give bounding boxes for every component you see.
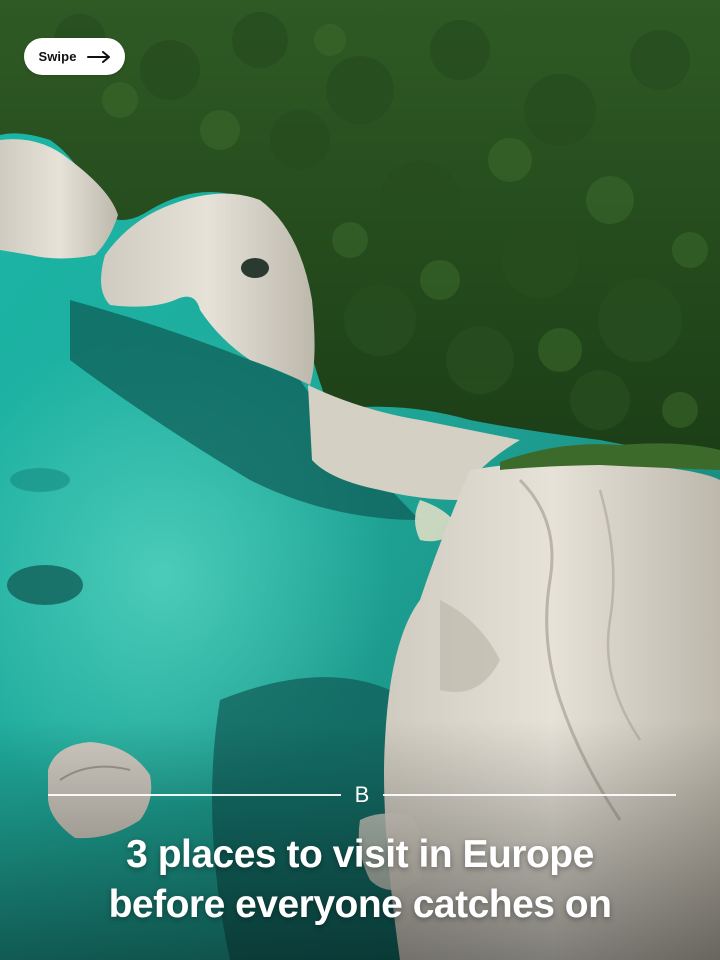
brand-divider: B bbox=[48, 783, 676, 807]
swipe-label: Swipe bbox=[38, 49, 77, 64]
brand-logo: B bbox=[354, 782, 370, 807]
story-slide[interactable]: Swipe B 3 places to visit in Europe befo… bbox=[0, 0, 720, 960]
headline-line-1: 3 places to visit in Europe bbox=[126, 833, 594, 876]
headline-line-2: before everyone catches on bbox=[108, 883, 612, 926]
arrow-right-icon bbox=[86, 50, 110, 63]
swipe-button[interactable]: Swipe bbox=[24, 38, 125, 75]
coastline-photo bbox=[0, 0, 720, 960]
divider-line-left bbox=[48, 794, 341, 796]
headline: 3 places to visit in Europe before every… bbox=[0, 830, 720, 930]
divider-line-right bbox=[383, 794, 676, 796]
